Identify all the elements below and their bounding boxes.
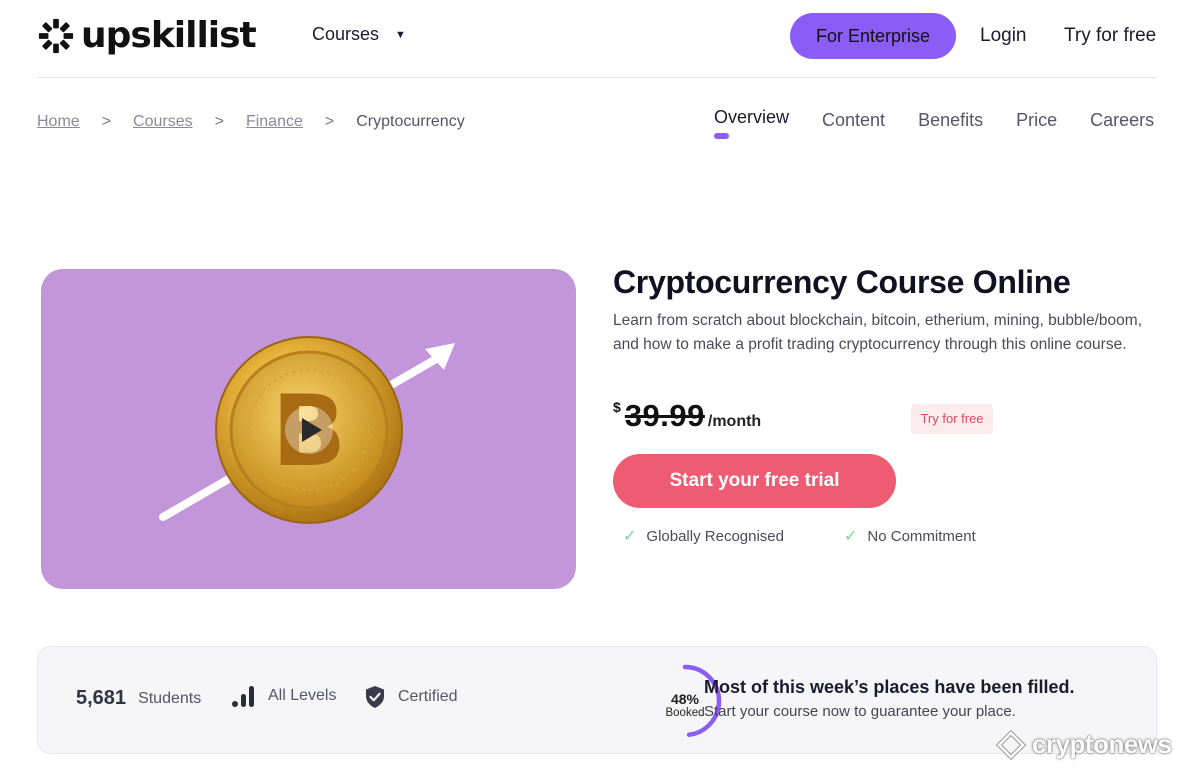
levels-label: All Levels [268,687,337,704]
students-label: Students [138,689,202,707]
levels-stat: All Levels [232,685,336,707]
check-icon: ✓ [844,528,858,545]
watermark-text: cryptonews [1032,729,1172,759]
logo-text: upskillist [81,15,257,56]
feature-label: No Commitment [867,527,976,545]
places-filled-subtitle: Start your course now to guarantee your … [704,703,1016,720]
course-description: Learn from scratch about blockchain, bit… [613,312,1143,353]
certified-label: Certified [398,688,458,705]
course-title: Cryptocurrency Course Online [613,264,1071,300]
tab-content[interactable]: Content [822,110,885,131]
chevron-right-icon: > [324,113,335,130]
active-tab-indicator [714,133,729,139]
tab-price[interactable]: Price [1016,110,1057,131]
feature-globally-recognised: ✓ Globally Recognised [623,526,784,546]
course-stats-bar: 5,681 Students All Levels Certified 48% … [37,646,1157,754]
courses-dropdown[interactable]: Courses ▼ [312,24,406,45]
tab-overview[interactable]: Overview [714,107,790,139]
chevron-right-icon: > [214,113,224,130]
breadcrumb: Home > Courses > Finance > Cryptocurrenc… [37,113,465,131]
try-for-free-link[interactable]: Try for free [1064,25,1156,47]
students-stat: 5,681 Students [76,687,201,710]
tab-overview-label: Overview [714,107,790,127]
tab-benefits[interactable]: Benefits [918,110,983,131]
breadcrumb-finance[interactable]: Finance [246,113,303,131]
course-price: $ 39.99 /month [613,398,761,434]
feature-label: Globally Recognised [646,527,784,545]
price-unit: /month [707,413,762,430]
price-amount: 39.99 [624,398,705,433]
feature-no-commitment: ✓ No Commitment [844,526,976,546]
signal-bars-icon [232,685,256,707]
breadcrumb-courses[interactable]: Courses [133,113,193,131]
places-filled-title: Most of this week’s places have been fil… [704,677,1075,697]
students-count: 5,681 [76,687,127,709]
try-for-free-badge: Try for free [911,404,993,434]
breadcrumb-current: Cryptocurrency [356,113,465,130]
start-free-trial-button[interactable]: Start your free trial [613,454,896,508]
breadcrumb-home[interactable]: Home [37,113,80,131]
cryptonews-watermark: cryptonews [996,729,1172,760]
courses-label: Courses [312,24,380,44]
site-header: upskillist Courses ▼ For Enterprise Logi… [0,0,1200,78]
cryptonews-logo-icon [996,729,1026,760]
certified-stat: Certified [364,685,458,709]
check-icon: ✓ [623,528,637,545]
caret-down-icon: ▼ [395,28,406,41]
login-link[interactable]: Login [980,25,1027,47]
bitcoin-chart-illustration: B [159,336,455,524]
chevron-right-icon: > [101,113,112,130]
logo-icon [38,18,74,54]
price-currency: $ [613,399,621,415]
section-tabs: Overview Content Benefits Price Careers [714,107,1154,139]
course-video-thumbnail[interactable]: B [41,269,576,589]
header-divider [37,77,1157,78]
shield-check-icon [364,685,386,709]
for-enterprise-button[interactable]: For Enterprise [790,13,956,59]
upskillist-logo[interactable]: upskillist [37,14,257,58]
tab-careers[interactable]: Careers [1090,110,1154,131]
